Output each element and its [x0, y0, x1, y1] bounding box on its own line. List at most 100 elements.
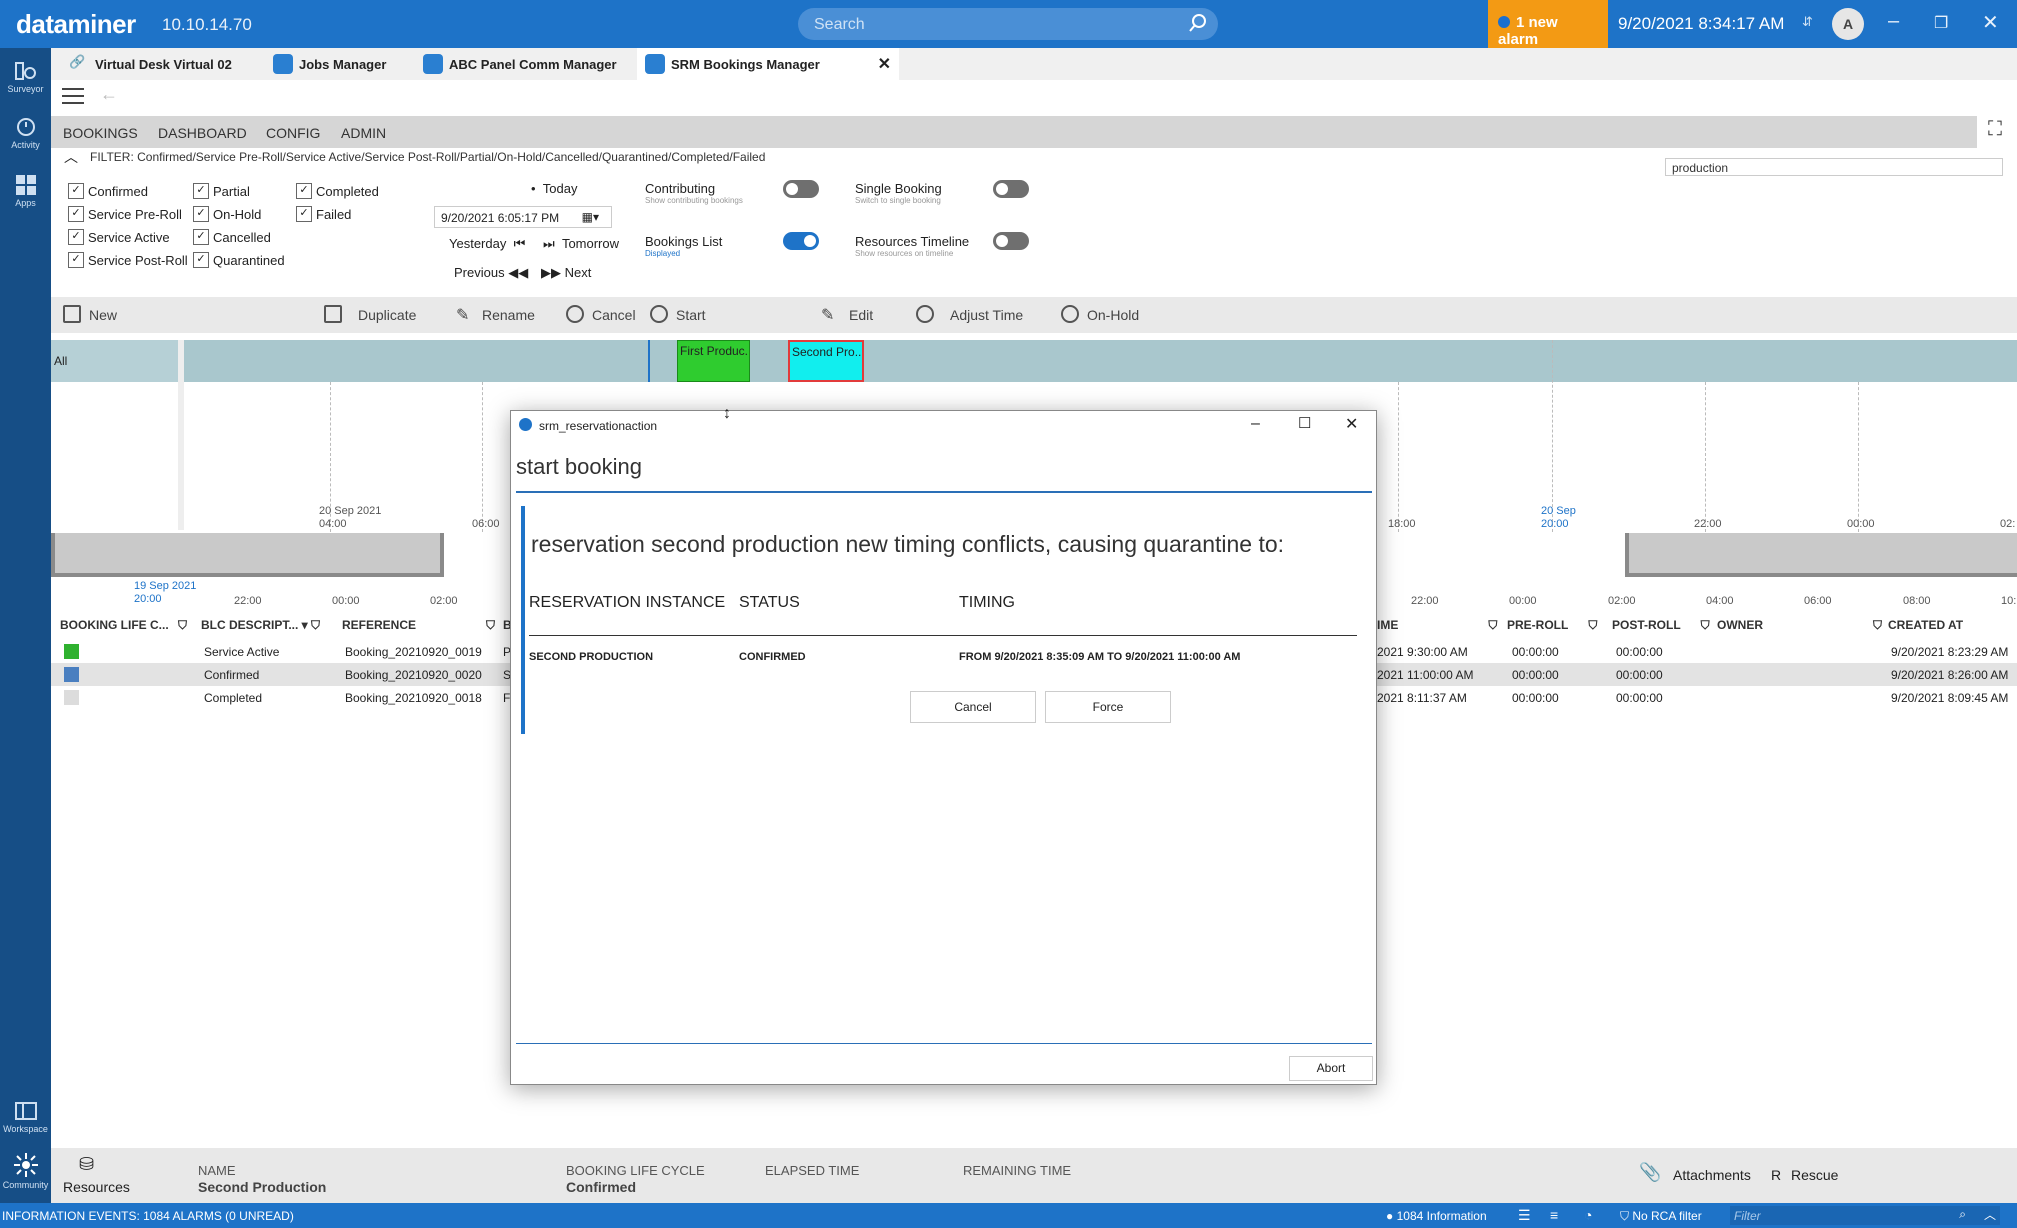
tomorrow-button[interactable]: ⏭ Tomorrow: [543, 236, 619, 252]
attachment-icon[interactable]: 📎: [1639, 1162, 1661, 1183]
overview-date-label: 19 Sep 2021: [134, 580, 197, 592]
sort-icon[interactable]: ⇵: [1802, 14, 1813, 30]
rename-button[interactable]: ✎ Rename: [456, 307, 535, 324]
collapse-chevron-icon[interactable]: ︿: [64, 147, 78, 167]
checkbox-service-pre-roll[interactable]: Service Pre-Roll: [68, 206, 182, 222]
dialog-close-icon[interactable]: ✕: [1345, 414, 1358, 434]
back-arrow-icon[interactable]: ←: [100, 84, 118, 105]
booking-block-second-production[interactable]: Second Pro...: [788, 340, 864, 382]
sort-lines-icon[interactable]: ≡: [1550, 1207, 1558, 1223]
timeline-splitter[interactable]: [178, 340, 184, 530]
search-input[interactable]: Search: [798, 8, 1218, 40]
new-button[interactable]: New: [63, 305, 117, 323]
info-count[interactable]: ● 1084 Information: [1386, 1209, 1487, 1223]
date-picker[interactable]: 9/20/2021 6:05:17 PM ▦▾: [434, 206, 612, 228]
col-booking-life-cycle[interactable]: BOOKING LIFE C... ⛉: [60, 618, 187, 633]
tab-virtual-desk[interactable]: 🔗 Virtual Desk Virtual 02: [61, 48, 261, 80]
close-icon[interactable]: ✕: [1982, 10, 1999, 35]
search-icon[interactable]: [1188, 13, 1208, 33]
col-time[interactable]: IME ⛉: [1377, 618, 1497, 633]
checkbox-confirmed[interactable]: Confirmed: [68, 183, 148, 199]
calendar-icon[interactable]: ▦▾: [582, 210, 599, 224]
restore-icon[interactable]: ❐: [1934, 13, 1948, 33]
rescue-label[interactable]: Rescue: [1791, 1167, 1838, 1183]
status-filter-input[interactable]: Filter ⌕ ︿: [1730, 1206, 2000, 1225]
col-post-roll[interactable]: POST-ROLL ⛉: [1612, 618, 1710, 633]
booking-block-first-production[interactable]: First Produc...: [677, 340, 750, 382]
checkbox-quarantined[interactable]: Quarantined: [193, 252, 285, 268]
filter-icon[interactable]: ⛉: [1701, 618, 1710, 632]
menu-bookings[interactable]: BOOKINGS: [63, 125, 138, 141]
single-booking-toggle[interactable]: [993, 180, 1029, 198]
tab-srm-bookings[interactable]: SRM Bookings Manager ✕: [637, 48, 899, 80]
dialog-cancel-button[interactable]: Cancel: [910, 691, 1036, 723]
rail-activity[interactable]: Activity: [0, 116, 51, 150]
next-button[interactable]: ▶▶ Next: [541, 265, 591, 281]
rail-surveyor[interactable]: Surveyor: [0, 60, 51, 94]
checkbox-partial[interactable]: Partial: [193, 183, 250, 199]
resources-label[interactable]: Resources: [63, 1179, 130, 1195]
tab-label: Jobs Manager: [299, 57, 387, 72]
checkbox-service-post-roll[interactable]: Service Post-Roll: [68, 252, 188, 268]
search-icon[interactable]: ⌕: [1959, 1207, 1966, 1222]
dialog-force-button[interactable]: Force: [1045, 691, 1171, 723]
col-label: REFERENCE: [342, 618, 417, 632]
filter-icon[interactable]: ⛉: [1873, 618, 1882, 632]
checkbox-cancelled[interactable]: Cancelled: [193, 229, 271, 245]
left-rail: Surveyor Activity Apps Workspace Communi…: [0, 48, 51, 1203]
filter-icon[interactable]: ⛉: [178, 618, 187, 632]
resources-icon[interactable]: ⛁: [79, 1154, 94, 1175]
minimize-icon[interactable]: –: [1888, 10, 1899, 33]
checkbox-completed[interactable]: Completed: [296, 183, 379, 199]
edit-button[interactable]: ✎ Edit: [821, 307, 873, 324]
start-button[interactable]: Start: [650, 305, 706, 323]
filter-icon[interactable]: ⛉: [311, 618, 320, 632]
new-alarm-badge[interactable]: 1 new alarm: [1488, 0, 1608, 48]
menu-dashboard[interactable]: DASHBOARD: [158, 125, 247, 141]
hamburger-icon[interactable]: [62, 88, 84, 104]
menu-admin[interactable]: ADMIN: [341, 125, 386, 141]
col-reference[interactable]: REFERENCE ⛉: [342, 618, 495, 633]
tab-close-icon[interactable]: ✕: [878, 54, 891, 74]
col-created-at[interactable]: CREATED AT: [1888, 618, 1963, 632]
menu-config[interactable]: CONFIG: [266, 125, 320, 141]
contributing-toggle[interactable]: [783, 180, 819, 198]
filter-icon[interactable]: ⛉: [1488, 618, 1497, 632]
previous-button[interactable]: Previous ◀◀: [454, 265, 528, 281]
checkbox-service-active[interactable]: Service Active: [68, 229, 170, 245]
avatar[interactable]: A: [1832, 8, 1864, 40]
pie-chart-icon[interactable]: ◔: [1584, 1207, 1592, 1223]
cancel-circle-icon: [566, 305, 584, 323]
timeline-row[interactable]: [51, 340, 2017, 382]
timeline-overview-right[interactable]: [1625, 533, 2017, 577]
adjust-time-button[interactable]: Adjust Time: [916, 305, 1023, 323]
abort-button[interactable]: Abort: [1289, 1056, 1373, 1081]
bookings-list-toggle[interactable]: [783, 232, 819, 250]
rail-workspace[interactable]: Workspace: [0, 1100, 51, 1134]
cancel-booking-button[interactable]: Cancel: [566, 305, 636, 323]
col-pre-roll[interactable]: PRE-ROLL ⛉: [1507, 618, 1597, 633]
yesterday-button[interactable]: Yesterday ⏮: [449, 236, 525, 252]
rca-filter[interactable]: ⛉ No RCA filter: [1620, 1209, 1702, 1224]
on-hold-button[interactable]: On-Hold: [1061, 305, 1139, 323]
dialog-maximize-icon[interactable]: ☐: [1298, 414, 1311, 432]
timeline-overview-left[interactable]: [51, 533, 444, 577]
checkbox-on-hold[interactable]: On-Hold: [193, 206, 261, 222]
filter-icon[interactable]: ⛉: [1588, 618, 1597, 632]
checkbox-failed[interactable]: Failed: [296, 206, 351, 222]
today-radio[interactable]: • Today: [531, 181, 577, 196]
resources-timeline-toggle[interactable]: [993, 232, 1029, 250]
dialog-minimize-icon[interactable]: –: [1251, 415, 1260, 433]
rail-apps[interactable]: Apps: [0, 174, 51, 208]
col-owner[interactable]: OWNER ⛉: [1717, 618, 1882, 633]
duplicate-button[interactable]: Duplicate: [324, 305, 416, 323]
fullscreen-icon[interactable]: ⛶: [1988, 118, 2002, 141]
list-view-icon[interactable]: ☰: [1518, 1207, 1531, 1224]
chevron-up-icon[interactable]: ︿: [1984, 1206, 1996, 1223]
col-blc-description[interactable]: BLC DESCRIPT... ▾ ⛉: [201, 618, 320, 633]
rail-community[interactable]: Community: [0, 1152, 51, 1190]
production-filter-input[interactable]: production: [1665, 158, 2003, 176]
attachments-label[interactable]: Attachments: [1673, 1167, 1751, 1183]
tab-jobs-manager[interactable]: Jobs Manager: [265, 48, 415, 80]
filter-icon[interactable]: ⛉: [486, 618, 495, 632]
